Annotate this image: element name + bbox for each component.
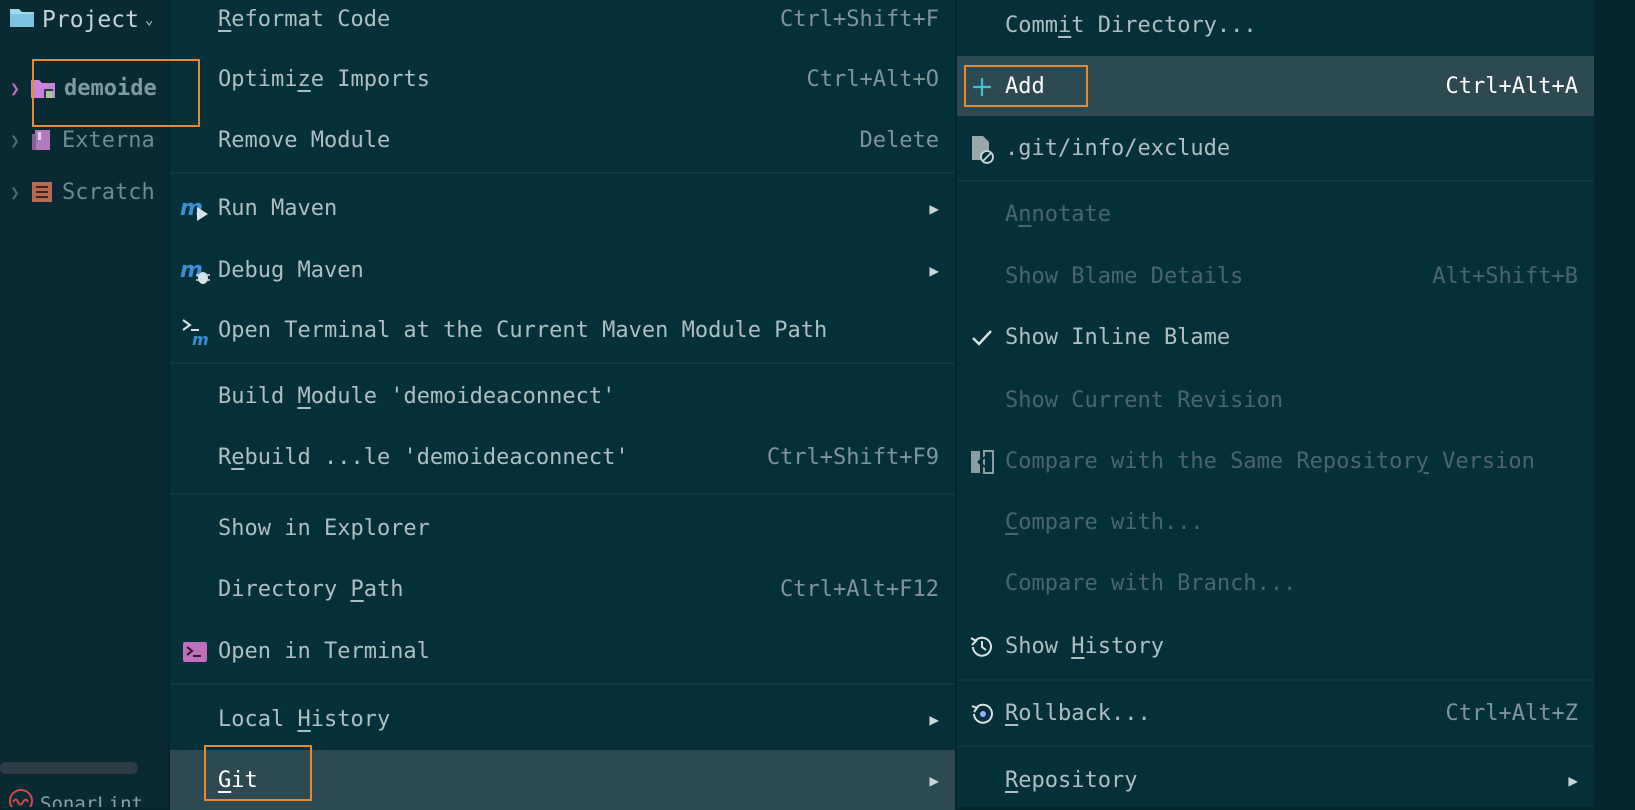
menu-item-reformat-code[interactable]: Reformat Code Ctrl+Shift+F [170, 0, 955, 49]
history-icon [967, 632, 997, 662]
sonarlint-icon [8, 788, 34, 807]
menu-item-annotate[interactable]: Annotate [957, 184, 1594, 244]
chevron-right-icon[interactable]: ❯ [0, 183, 30, 202]
shortcut: Delete [859, 127, 939, 153]
menu-separator [957, 745, 1594, 747]
rollback-icon [967, 699, 997, 729]
menu-item-open-in-terminal[interactable]: Open in Terminal [170, 621, 955, 681]
menu-separator [170, 493, 955, 495]
check-icon [967, 323, 997, 353]
menu-item-run-maven[interactable]: m Run Maven ▶ [170, 178, 955, 238]
menu-item-rebuild-module[interactable]: Rebuild ...le 'demoideaconnect' Ctrl+Shi… [170, 427, 955, 487]
project-view-header[interactable]: Project ⌄ [0, 0, 168, 40]
chevron-right-icon[interactable]: ❯ [0, 79, 30, 98]
exclude-file-icon [967, 134, 997, 164]
maven-terminal-icon: m [180, 316, 210, 346]
maven-debug-icon: m [180, 256, 210, 286]
menu-item-local-history[interactable]: Local History ▶ [170, 689, 955, 749]
menu-item-debug-maven[interactable]: m Debug Maven ▶ [170, 240, 955, 300]
menu-item-git-exclude[interactable]: .git/info/exclude [957, 118, 1594, 178]
submenu-arrow-icon: ▶ [929, 770, 939, 790]
shortcut: Ctrl+Alt+Z [1445, 700, 1578, 726]
maven-run-icon: m [180, 194, 210, 224]
chevron-right-icon[interactable]: ❯ [0, 131, 30, 150]
project-view-title: Project [42, 7, 139, 33]
shortcut: Ctrl+Alt+A [1445, 73, 1578, 99]
tree-item-label: Scratch [62, 179, 155, 205]
shortcut: Ctrl+Alt+F12 [780, 576, 939, 602]
submenu-arrow-icon: ▶ [929, 260, 939, 280]
menu-separator [170, 172, 955, 174]
menu-item-repository[interactable]: Repository ▶ [957, 750, 1594, 810]
horizontal-scrollbar[interactable] [0, 762, 138, 774]
submenu-arrow-icon: ▶ [929, 198, 939, 218]
menu-item-compare-same-repository-version[interactable]: Compare with the Same Repository Version [957, 431, 1594, 491]
menu-separator [170, 683, 955, 685]
shortcut: Alt+Shift+B [1432, 263, 1578, 289]
highlight-box-git [204, 745, 312, 801]
menu-item-remove-module[interactable]: Remove Module Delete [170, 110, 955, 170]
menu-item-open-terminal-maven-path[interactable]: m Open Terminal at the Current Maven Mod… [170, 300, 955, 360]
scratches-icon [30, 180, 54, 204]
sonarlint-label: SonarLint [40, 792, 143, 808]
git-submenu: Commit Directory... Add Ctrl+Alt+A .git/… [957, 0, 1594, 807]
menu-item-show-history[interactable]: Show History [957, 616, 1594, 676]
menu-item-show-blame-details[interactable]: Show Blame Details Alt+Shift+B [957, 246, 1594, 306]
menu-item-rollback[interactable]: Rollback... Ctrl+Alt+Z [957, 683, 1594, 743]
compare-icon [967, 447, 997, 477]
terminal-icon [180, 637, 210, 667]
submenu-arrow-icon: ▶ [929, 709, 939, 729]
menu-item-directory-path[interactable]: Directory Path Ctrl+Alt+F12 [170, 559, 955, 619]
tree-item-label: Externa [62, 127, 155, 153]
menu-item-optimize-imports[interactable]: Optimize Imports Ctrl+Alt+O [170, 49, 955, 109]
menu-separator [957, 180, 1594, 182]
shortcut: Ctrl+Shift+F9 [766, 444, 939, 470]
menu-item-commit-directory[interactable]: Commit Directory... [957, 0, 1594, 55]
submenu-arrow-icon: ▶ [1568, 770, 1578, 790]
svg-text:m: m [192, 330, 209, 346]
menu-item-compare-with-branch[interactable]: Compare with Branch... [957, 553, 1594, 613]
tree-item-scratches[interactable]: ❯ Scratch [0, 170, 168, 214]
highlight-box-project-root [32, 59, 200, 127]
context-menu: Reformat Code Ctrl+Shift+F Optimize Impo… [170, 0, 955, 810]
shortcut: Ctrl+Alt+O [806, 66, 939, 92]
highlight-box-add [964, 65, 1088, 107]
shortcut: Ctrl+Shift+F [780, 6, 939, 32]
folder-icon [8, 5, 36, 35]
menu-item-build-module[interactable]: Build Module 'demoideaconnect' [170, 366, 955, 426]
menu-item-show-in-explorer[interactable]: Show in Explorer [170, 498, 955, 558]
chevron-down-icon[interactable]: ⌄ [145, 12, 153, 28]
menu-item-show-inline-blame[interactable]: Show Inline Blame [957, 307, 1594, 367]
menu-separator [957, 679, 1594, 681]
menu-item-show-current-revision[interactable]: Show Current Revision [957, 370, 1594, 430]
sonarlint-tool-window-button[interactable]: SonarLint [8, 788, 143, 807]
menu-item-compare-with[interactable]: Compare with... [957, 492, 1594, 552]
menu-separator [170, 362, 955, 364]
library-icon [30, 128, 54, 152]
